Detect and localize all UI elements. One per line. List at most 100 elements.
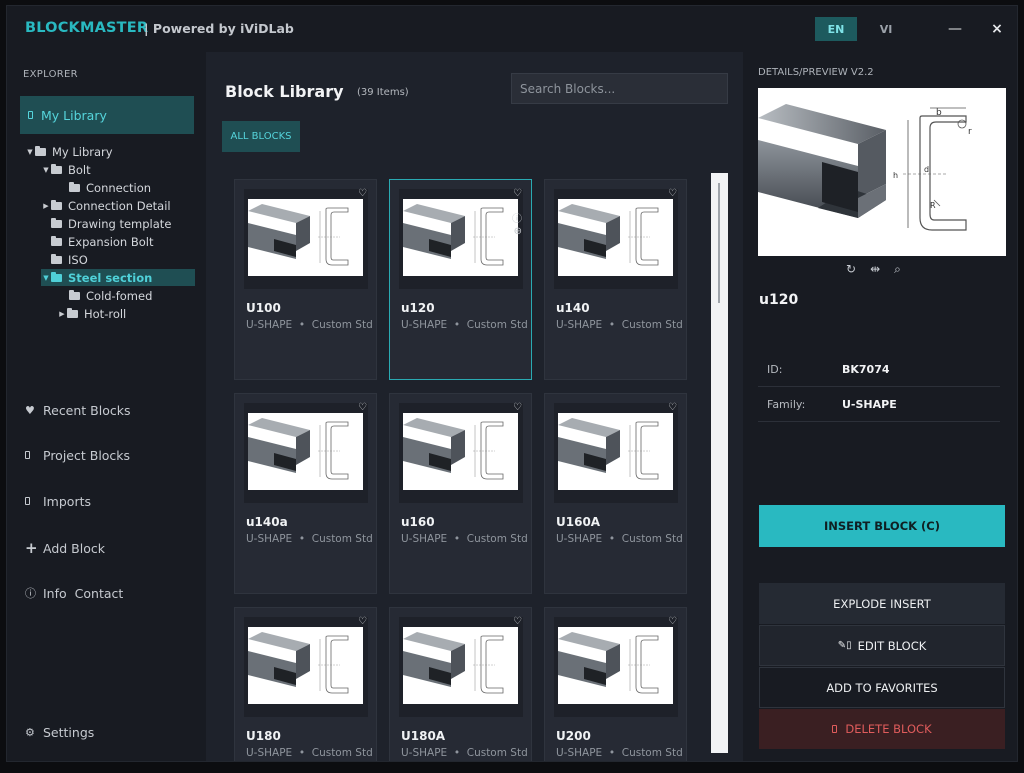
block-preview-image: b r d h R	[758, 88, 1006, 256]
tree-item-steel-section[interactable]: ▼ Steel section	[41, 269, 195, 286]
favorite-icon[interactable]: ♡	[668, 616, 677, 627]
nav-recent-blocks[interactable]: ♥ Recent Blocks	[25, 403, 131, 418]
nav-imports[interactable]: Imports	[25, 494, 91, 509]
folder-icon	[51, 271, 62, 282]
favorite-icon[interactable]: ♡	[513, 402, 522, 413]
u-channel-thumbnail	[403, 199, 518, 276]
language-en-button[interactable]: EN	[815, 17, 857, 41]
u-channel-thumbnail	[403, 627, 518, 704]
insert-block-button[interactable]: INSERT BLOCK (C)	[759, 505, 1005, 547]
nav-label: Add Block	[43, 540, 105, 556]
block-card-standard: Custom Std	[311, 747, 373, 759]
favorite-icon[interactable]: ♡	[513, 188, 522, 199]
block-card[interactable]: ♡ U180A U-SHAPE • Custom Std	[389, 607, 532, 761]
add-icon[interactable]: ⊕	[514, 226, 522, 237]
block-card-meta: U-SHAPE • Custom Std	[401, 747, 528, 759]
favorite-icon[interactable]: ♡	[668, 402, 677, 413]
favorite-icon[interactable]: ♡	[358, 616, 367, 627]
nav-add-block[interactable]: + Add Block	[25, 539, 105, 557]
nav-label: Imports	[43, 494, 91, 509]
all-blocks-filter[interactable]: ALL BLOCKS	[222, 121, 300, 152]
folder-icon	[51, 253, 62, 264]
nav-info-label[interactable]: Info	[43, 586, 67, 601]
block-card-shape: U-SHAPE	[401, 747, 448, 759]
app-window: BLOCKMASTER | Powered by iViDLab EN VI —…	[6, 5, 1018, 762]
block-card[interactable]: ♡ u140 U-SHAPE • Custom Std	[544, 179, 687, 380]
edit-block-label: EDIT BLOCK	[857, 638, 927, 653]
my-library-button[interactable]: My Library	[20, 96, 194, 134]
language-vi-button[interactable]: VI	[865, 17, 907, 41]
tree-item-cold-formed[interactable]: Cold-fomed	[69, 287, 195, 304]
explorer-panel: EXPLORER My Library ▼ My Library ▼ Bolt …	[7, 52, 204, 761]
block-card[interactable]: ♡ u160 U-SHAPE • Custom Std	[389, 393, 532, 594]
folder-icon	[69, 181, 80, 192]
tree-item-connection-detail[interactable]: ▶ Connection Detail	[41, 197, 195, 214]
separator-dot: •	[602, 319, 622, 331]
tree-item-drawing-template[interactable]: Drawing template	[51, 215, 195, 232]
tree-item-label: Drawing template	[68, 216, 172, 231]
block-card[interactable]: ♡ ⓘ ⊕ u120 U-SHAPE • Custom Std	[389, 179, 532, 380]
nav-contact-label[interactable]: Contact	[75, 586, 124, 601]
block-card-meta: U-SHAPE • Custom Std	[401, 533, 528, 545]
chevron-down-icon[interactable]: ▼	[41, 166, 51, 174]
block-card[interactable]: ♡ U180 U-SHAPE • Custom Std	[234, 607, 377, 761]
favorite-icon[interactable]: ♡	[358, 188, 367, 199]
tree-item-hot-roll[interactable]: ▶ Hot-roll	[57, 305, 195, 322]
plus-icon: +	[25, 539, 38, 557]
chevron-down-icon[interactable]: ▼	[25, 148, 35, 156]
chevron-right-icon[interactable]: ▶	[41, 202, 51, 210]
tree-item-connection[interactable]: Connection	[69, 179, 195, 196]
property-row-id: ID: BK7074	[758, 352, 1000, 387]
favorite-icon[interactable]: ♡	[668, 188, 677, 199]
minimize-button[interactable]: —	[943, 18, 967, 40]
separator-dot: •	[602, 747, 622, 759]
block-thumbnail	[554, 617, 678, 717]
block-card-standard: Custom Std	[466, 319, 528, 331]
folder-icon	[69, 289, 80, 300]
scrollbar-thumb[interactable]	[718, 183, 720, 303]
nav-settings[interactable]: ⚙ Settings	[25, 725, 94, 740]
property-value: U-SHAPE	[842, 398, 897, 411]
pan-icon[interactable]: ⇹	[870, 262, 880, 277]
favorite-icon[interactable]: ♡	[513, 616, 522, 627]
nav-project-blocks[interactable]: Project Blocks	[25, 448, 130, 463]
tree-item-my-library[interactable]: ▼ My Library	[25, 143, 195, 160]
explorer-title: EXPLORER	[23, 69, 78, 80]
block-card-meta: U-SHAPE • Custom Std	[556, 747, 683, 759]
chevron-down-icon[interactable]: ▼	[41, 274, 51, 282]
tree-item-expansion-bolt[interactable]: Expansion Bolt	[51, 233, 195, 250]
block-card-name: u120	[401, 301, 435, 315]
block-thumbnail	[399, 403, 523, 503]
tree-item-bolt[interactable]: ▼ Bolt	[41, 161, 195, 178]
tree-item-iso[interactable]: ISO	[51, 251, 195, 268]
u-channel-thumbnail	[403, 413, 518, 490]
rotate-icon[interactable]: ↻	[846, 262, 856, 277]
u-channel-thumbnail	[248, 413, 363, 490]
grid-scrollbar[interactable]	[711, 173, 728, 753]
nav-info-contact[interactable]: ⓘ Info Contact	[25, 585, 123, 601]
block-card[interactable]: ♡ U200 U-SHAPE • Custom Std	[544, 607, 687, 761]
favorite-icon[interactable]: ♡	[358, 402, 367, 413]
search-input[interactable]	[511, 73, 728, 104]
block-card[interactable]: ♡ u140a U-SHAPE • Custom Std	[234, 393, 377, 594]
block-card-shape: U-SHAPE	[246, 319, 293, 331]
block-card-meta: U-SHAPE • Custom Std	[401, 319, 528, 331]
block-card-shape: U-SHAPE	[401, 319, 448, 331]
separator-dot: •	[292, 533, 312, 545]
block-card-shape: U-SHAPE	[401, 533, 448, 545]
info-icon[interactable]: ⓘ	[512, 210, 522, 225]
folder-icon	[51, 235, 62, 246]
heart-icon: ♥	[25, 404, 35, 417]
library-icon	[28, 111, 33, 119]
close-button[interactable]: ×	[985, 18, 1009, 40]
zoom-icon[interactable]: ⌕	[894, 262, 901, 277]
chevron-right-icon[interactable]: ▶	[57, 310, 67, 318]
edit-block-button[interactable]: ✎▯ EDIT BLOCK	[759, 625, 1005, 666]
delete-block-button[interactable]: DELETE BLOCK	[759, 709, 1005, 749]
tree-item-label: Steel section	[68, 270, 153, 285]
tree-item-label: ISO	[68, 252, 88, 267]
block-card[interactable]: ♡ U100 U-SHAPE • Custom Std	[234, 179, 377, 380]
block-card[interactable]: ♡ U160A U-SHAPE • Custom Std	[544, 393, 687, 594]
explode-insert-button[interactable]: EXPLODE INSERT	[759, 583, 1005, 624]
add-to-favorites-button[interactable]: ADD TO FAVORITES	[759, 667, 1005, 708]
